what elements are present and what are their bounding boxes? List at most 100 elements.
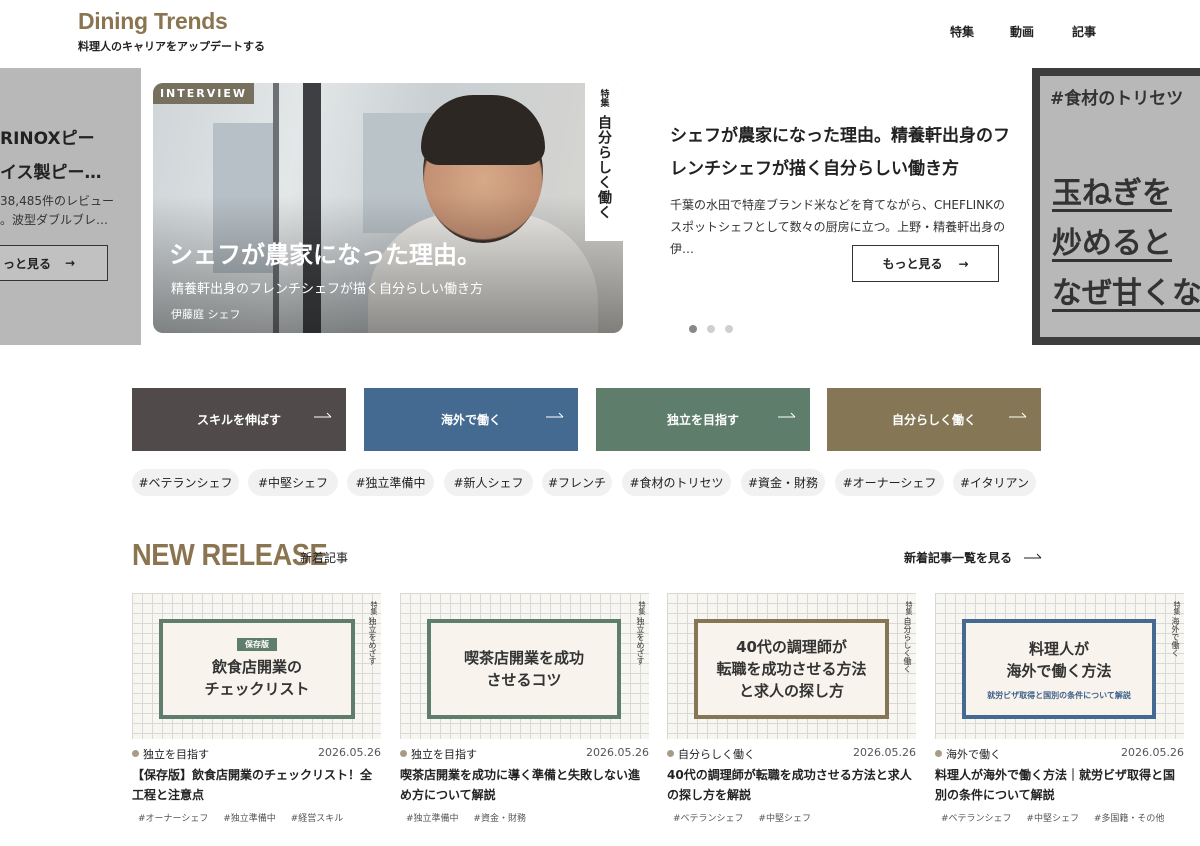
article-date: 2026.05.26: [1121, 746, 1184, 759]
article-category[interactable]: 自分らしく働く: [678, 746, 755, 762]
category-independence-button[interactable]: 独立を目指す: [596, 388, 810, 451]
hero-title[interactable]: シェフが農家になった理由。精養軒出身のフレンチシェフが描く自分らしい働き方: [670, 120, 1010, 186]
thumbnail-vertical-category: 海外で働く: [1171, 617, 1180, 657]
prev-slide-more-button[interactable]: っと見る →: [0, 245, 108, 281]
thumbnail-vertical-category: 独立をめざす: [368, 617, 377, 665]
article-title[interactable]: 喫茶店開業を成功に導く準備と失敗しない進め方について解説: [400, 765, 649, 805]
tag-new-chef[interactable]: #新人シェフ: [444, 469, 533, 496]
hero-carousel: RINOXピー イス製ピー… 38,485件のレビュー 。波型ダブルブレ… っと…: [0, 68, 1200, 345]
nav-articles[interactable]: 記事: [1072, 23, 1096, 40]
site-header: Dining Trends 料理人のキャリアをアップデートする 特集 動画 記事: [0, 0, 1200, 68]
article-title[interactable]: 【保存版】飲食店開業のチェックリスト！全工程と注意点: [132, 765, 381, 805]
new-release-heading: NEW RELEASE: [132, 537, 328, 572]
article-tags: #独立準備中 #資金・財務: [406, 811, 538, 824]
thumbnail-note: 就労ビザ取得と国別の条件について解説: [987, 690, 1131, 700]
carousel-prev-slide[interactable]: RINOXピー イス製ピー… 38,485件のレビュー 。波型ダブルブレ… っと…: [0, 68, 141, 345]
article-category[interactable]: 独立を目指す: [143, 746, 209, 762]
hero-more-button[interactable]: もっと見る →: [852, 245, 999, 282]
see-all-articles-link[interactable]: 新着記事一覧を見る: [904, 549, 1042, 566]
article-thumbnail: 喫茶店開業を成功 させるコツ 特集 独立をめざす: [400, 593, 649, 739]
new-release-subheading: 新着記事: [300, 551, 349, 565]
article-title[interactable]: 料理人が海外で働く方法｜就労ビザ取得と国別の条件について解説: [935, 765, 1184, 805]
article-tag[interactable]: #独立準備中: [223, 814, 276, 824]
carousel-dot-1[interactable]: [689, 325, 697, 333]
arrow-right-icon: [314, 412, 332, 418]
article-tag[interactable]: #オーナーシェフ: [138, 814, 208, 824]
hero-text-block: シェフが農家になった理由。精養軒出身のフレンチシェフが描く自分らしい働き方 千葉…: [670, 120, 1010, 260]
interview-badge: INTERVIEW: [153, 83, 254, 104]
thumbnail-line: と求人の探し方: [738, 682, 844, 700]
tag-finance[interactable]: #資金・財務: [741, 469, 825, 496]
category-skill-button[interactable]: スキルを伸ばす: [132, 388, 346, 451]
arrow-right-icon: [778, 412, 796, 418]
article-card[interactable]: 40代の調理師が 転職を成功させる方法 と求人の探し方 特集 自分らしく働く 自…: [667, 593, 916, 833]
article-meta: 海外で働く 2026.05.26: [935, 746, 1184, 762]
thumbnail-line: 転職を成功させる方法: [716, 660, 867, 678]
thumbnail-line: 海外で働く方法: [1006, 661, 1112, 680]
category-dot-icon: [132, 750, 139, 757]
hero-image[interactable]: INTERVIEW 特集 自分らしく働く シェフが農家になった理由。 精養軒出身…: [153, 83, 623, 333]
article-tag[interactable]: #ベテランシェフ: [673, 814, 744, 824]
feature-vertical-tag: 特集 自分らしく働く: [585, 83, 623, 241]
article-thumbnail: 料理人が 海外で働く方法 就労ビザ取得と国別の条件について解説 特集 海外で働く: [935, 593, 1184, 739]
category-dot-icon: [667, 750, 674, 757]
article-tags: #オーナーシェフ #独立準備中 #経営スキル: [138, 811, 355, 824]
thumbnail-frame: 保存版 飲食店開業の チェックリスト: [159, 619, 355, 719]
article-meta: 独立を目指す 2026.05.26: [400, 746, 649, 762]
article-category[interactable]: 独立を目指す: [411, 746, 477, 762]
arrow-right-icon: [1024, 553, 1042, 558]
article-tag[interactable]: #独立準備中: [406, 814, 459, 824]
tag-veteran-chef[interactable]: #ベテランシェフ: [132, 469, 239, 496]
article-meta: 自分らしく働く 2026.05.26: [667, 746, 916, 762]
article-tag[interactable]: #資金・財務: [473, 814, 526, 824]
hero-image-name: 伊藤庭 シェフ: [171, 308, 241, 321]
carousel-next-slide[interactable]: #食材のトリセツ 玉ねぎを 炒めると なぜ甘くな: [1032, 68, 1200, 345]
tag-owner-chef[interactable]: #オーナーシェフ: [835, 469, 944, 496]
category-overseas-button[interactable]: 海外で働く: [364, 388, 578, 451]
article-title[interactable]: 40代の調理師が転職を成功させる方法と求人の探し方を解説: [667, 765, 916, 805]
article-category[interactable]: 海外で働く: [946, 746, 1001, 762]
thumbnail-feature-label: 特集: [638, 601, 646, 615]
thumbnail-frame: 喫茶店開業を成功 させるコツ: [427, 619, 621, 719]
article-card[interactable]: 保存版 飲食店開業の チェックリスト 特集 独立をめざす 独立を目指す 2026…: [132, 593, 381, 833]
article-card[interactable]: 料理人が 海外で働く方法 就労ビザ取得と国別の条件について解説 特集 海外で働く…: [935, 593, 1184, 833]
next-slide-title-line-3: なぜ甘くな: [1052, 276, 1200, 311]
article-tags: #ベテランシェフ #中堅シェフ: [673, 811, 823, 824]
arrow-right-icon: →: [65, 256, 76, 270]
see-all-label: 新着記事一覧を見る: [904, 551, 1013, 565]
tag-french[interactable]: #フレンチ: [542, 469, 612, 496]
article-tag[interactable]: #ベテランシェフ: [941, 814, 1012, 824]
feature-category: 自分らしく働く: [596, 115, 612, 220]
article-card[interactable]: 喫茶店開業を成功 させるコツ 特集 独立をめざす 独立を目指す 2026.05.…: [400, 593, 649, 833]
thumbnail-feature-label: 特集: [370, 601, 378, 615]
carousel-dot-2[interactable]: [707, 325, 715, 333]
article-date: 2026.05.26: [586, 746, 649, 759]
nav-videos[interactable]: 動画: [1010, 23, 1034, 40]
site-logo[interactable]: Dining Trends: [78, 8, 228, 35]
next-slide-hashtag: #食材のトリセツ: [1050, 89, 1184, 109]
thumbnail-feature-label: 特集: [905, 601, 913, 615]
thumbnail-frame: 料理人が 海外で働く方法 就労ビザ取得と国別の条件について解説: [962, 619, 1156, 719]
tag-preparing-independence[interactable]: #独立準備中: [347, 469, 434, 496]
category-dot-icon: [400, 750, 407, 757]
article-thumbnail: 保存版 飲食店開業の チェックリスト 特集 独立をめざす: [132, 593, 381, 739]
article-tag[interactable]: #中堅シェフ: [1026, 814, 1079, 824]
next-slide-card: #食材のトリセツ 玉ねぎを 炒めると なぜ甘くな: [1040, 76, 1200, 337]
feature-label: 特集: [598, 89, 609, 107]
tag-italian[interactable]: #イタリアン: [953, 469, 1036, 496]
thumbnail-line: 40代の調理師が: [736, 638, 847, 656]
tag-ingredient-guide[interactable]: #食材のトリセツ: [622, 469, 731, 496]
article-tag[interactable]: #多国籍・その他: [1094, 814, 1165, 824]
hero-image-title: シェフが農家になった理由。: [169, 241, 481, 269]
category-own-way-button[interactable]: 自分らしく働く: [827, 388, 1041, 451]
nav-features[interactable]: 特集: [950, 23, 974, 40]
carousel-dot-3[interactable]: [725, 325, 733, 333]
hero-more-label: もっと見る: [882, 257, 943, 271]
prev-slide-title-line-1: RINOXピー: [0, 129, 95, 149]
prev-slide-desc-line-2: 。波型ダブルブレ…: [0, 213, 109, 227]
article-tag[interactable]: #中堅シェフ: [758, 814, 811, 824]
tag-midlevel-chef[interactable]: #中堅シェフ: [248, 469, 338, 496]
article-tag[interactable]: #経営スキル: [291, 814, 344, 824]
prev-slide-more-label: っと見る: [3, 256, 52, 271]
article-date: 2026.05.26: [318, 746, 381, 759]
